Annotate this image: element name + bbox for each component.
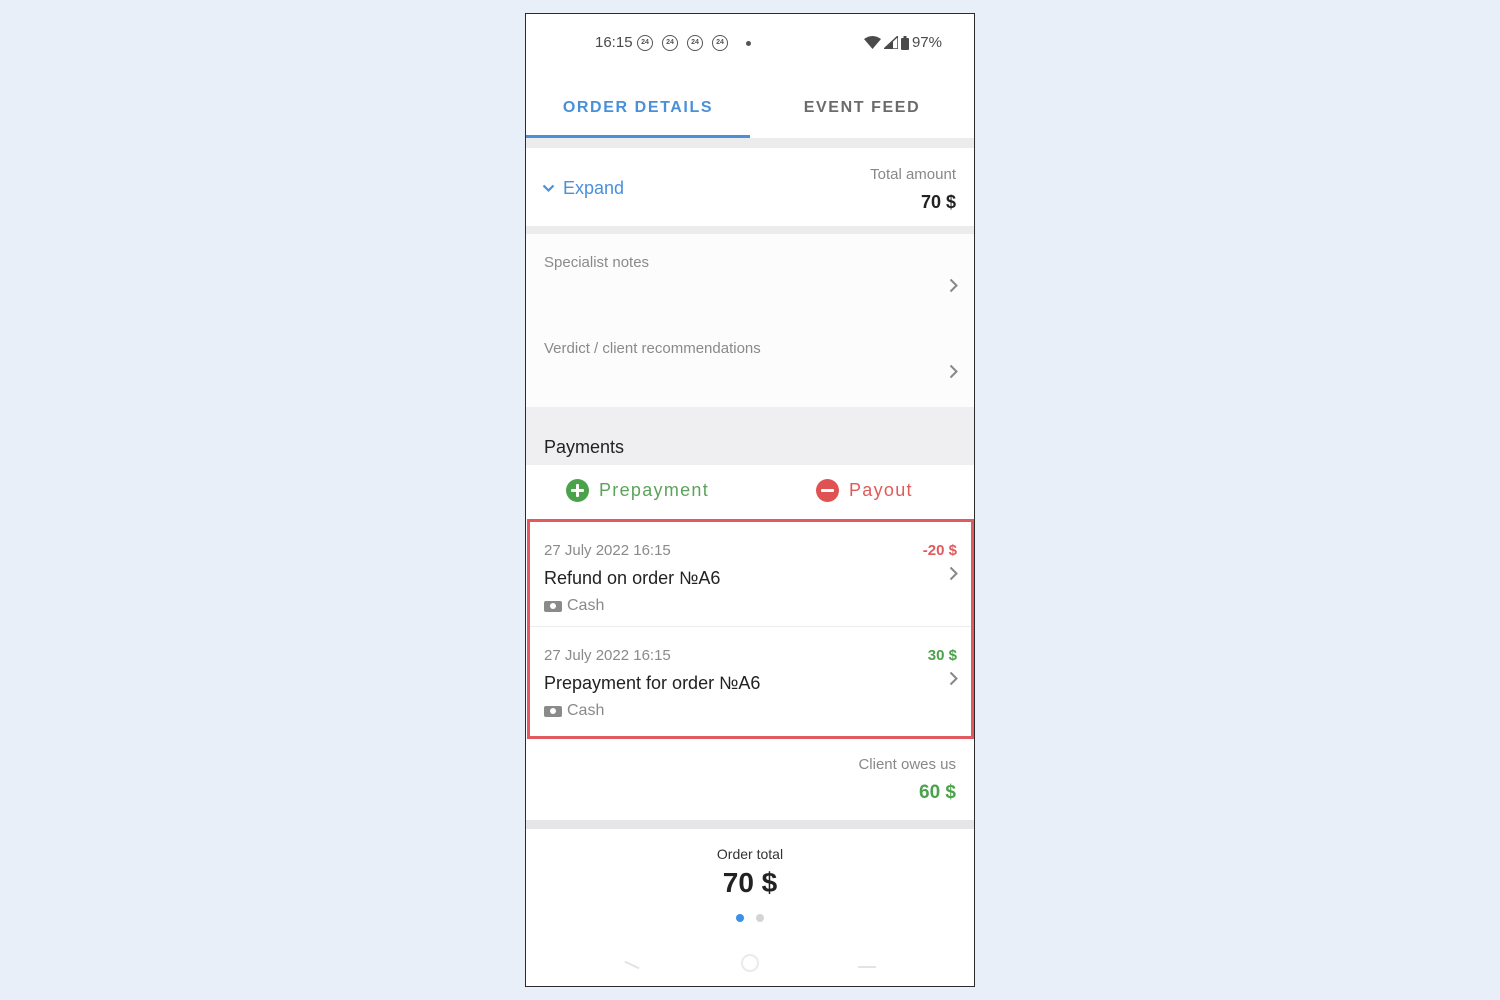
signal-icon xyxy=(883,36,898,49)
payment-method-label: Cash xyxy=(567,597,605,614)
tab-order-details[interactable]: ORDER DETAILS xyxy=(526,84,750,138)
tab-bar: ORDER DETAILS EVENT FEED xyxy=(526,84,974,138)
transaction-amount: 30 $ xyxy=(927,647,957,664)
notification-24-icon: 24 xyxy=(662,35,678,51)
payment-method: Cash xyxy=(544,702,604,720)
chevron-right-icon xyxy=(949,566,958,581)
page-dot-1[interactable] xyxy=(736,914,744,922)
chevron-right-icon xyxy=(949,671,958,686)
transaction-date: 27 July 2022 16:15 xyxy=(544,647,671,664)
cash-icon xyxy=(544,600,562,612)
payment-method: Cash xyxy=(544,597,604,615)
minus-circle-icon xyxy=(816,479,839,502)
transaction-date: 27 July 2022 16:15 xyxy=(544,542,671,559)
specialist-notes-label: Specialist notes xyxy=(544,254,650,271)
expand-label: Expand xyxy=(563,178,625,198)
client-owes-value: 60 $ xyxy=(919,782,956,803)
battery-percent: 97% xyxy=(911,34,942,51)
status-right: 97% xyxy=(863,34,942,51)
specialist-notes-row[interactable]: Specialist notes xyxy=(526,234,974,321)
back-icon[interactable] xyxy=(624,960,640,970)
notification-24-icon: 24 xyxy=(687,35,703,51)
payment-actions: Prepayment Payout xyxy=(526,465,974,518)
transaction-row[interactable]: 27 July 2022 16:15 -20 $ Refund on order… xyxy=(530,522,971,627)
transaction-amount: -20 $ xyxy=(922,542,957,559)
cash-icon xyxy=(544,705,562,717)
chevron-right-icon xyxy=(949,278,958,293)
wifi-icon xyxy=(863,36,881,49)
notification-24-icon: 24 xyxy=(637,35,653,51)
system-navigation-bar xyxy=(526,944,974,986)
add-prepayment-button[interactable]: Prepayment xyxy=(566,479,709,502)
transaction-name: Refund on order №A6 xyxy=(544,568,721,588)
page-indicator xyxy=(736,914,764,922)
expand-button[interactable]: Expand xyxy=(542,178,624,199)
notification-icons: 24 24 24 24 xyxy=(637,35,728,51)
order-total-label: Order total xyxy=(716,846,784,862)
order-total-value: 70 $ xyxy=(722,867,778,898)
order-total-panel: Order total 70 $ xyxy=(526,829,974,929)
status-time: 16:15 xyxy=(595,34,633,51)
transactions-highlight: 27 July 2022 16:15 -20 $ Refund on order… xyxy=(527,519,974,739)
page-dot-2[interactable] xyxy=(756,914,764,922)
verdict-recommendations-row[interactable]: Verdict / client recommendations xyxy=(526,320,974,407)
client-balance: Client owes us 60 $ xyxy=(526,742,974,820)
transaction-name: Prepayment for order №A6 xyxy=(544,673,761,693)
transaction-row[interactable]: 27 July 2022 16:15 30 $ Prepayment for o… xyxy=(530,627,971,732)
payments-title: Payments xyxy=(544,437,625,457)
chevron-right-icon xyxy=(949,364,958,379)
total-amount-label: Total amount xyxy=(870,166,956,183)
divider xyxy=(526,820,974,829)
phone-screen: 16:15 24 24 24 24 97% ORDER DETAILS EVEN… xyxy=(525,13,975,987)
notification-24-icon: 24 xyxy=(712,35,728,51)
client-owes-label: Client owes us xyxy=(858,756,956,773)
battery-icon xyxy=(900,35,909,50)
divider xyxy=(526,226,974,234)
payments-header: Payments xyxy=(526,407,974,465)
plus-circle-icon xyxy=(566,479,589,502)
divider xyxy=(526,138,974,148)
add-payout-button[interactable]: Payout xyxy=(816,479,913,502)
recents-icon[interactable] xyxy=(858,966,876,968)
status-bar: 16:15 24 24 24 24 97% xyxy=(526,14,974,72)
payment-method-label: Cash xyxy=(567,702,605,719)
payout-label: Payout xyxy=(849,480,913,500)
home-icon[interactable] xyxy=(741,954,759,972)
tab-event-feed[interactable]: EVENT FEED xyxy=(750,84,974,138)
more-notifications-dot-icon xyxy=(746,41,751,46)
total-amount-value: 70 $ xyxy=(920,192,956,212)
chevron-down-icon xyxy=(542,184,555,193)
prepayment-label: Prepayment xyxy=(599,480,710,500)
summary-card: Expand Total amount 70 $ xyxy=(526,148,974,226)
verdict-recommendations-label: Verdict / client recommendations xyxy=(544,340,761,357)
